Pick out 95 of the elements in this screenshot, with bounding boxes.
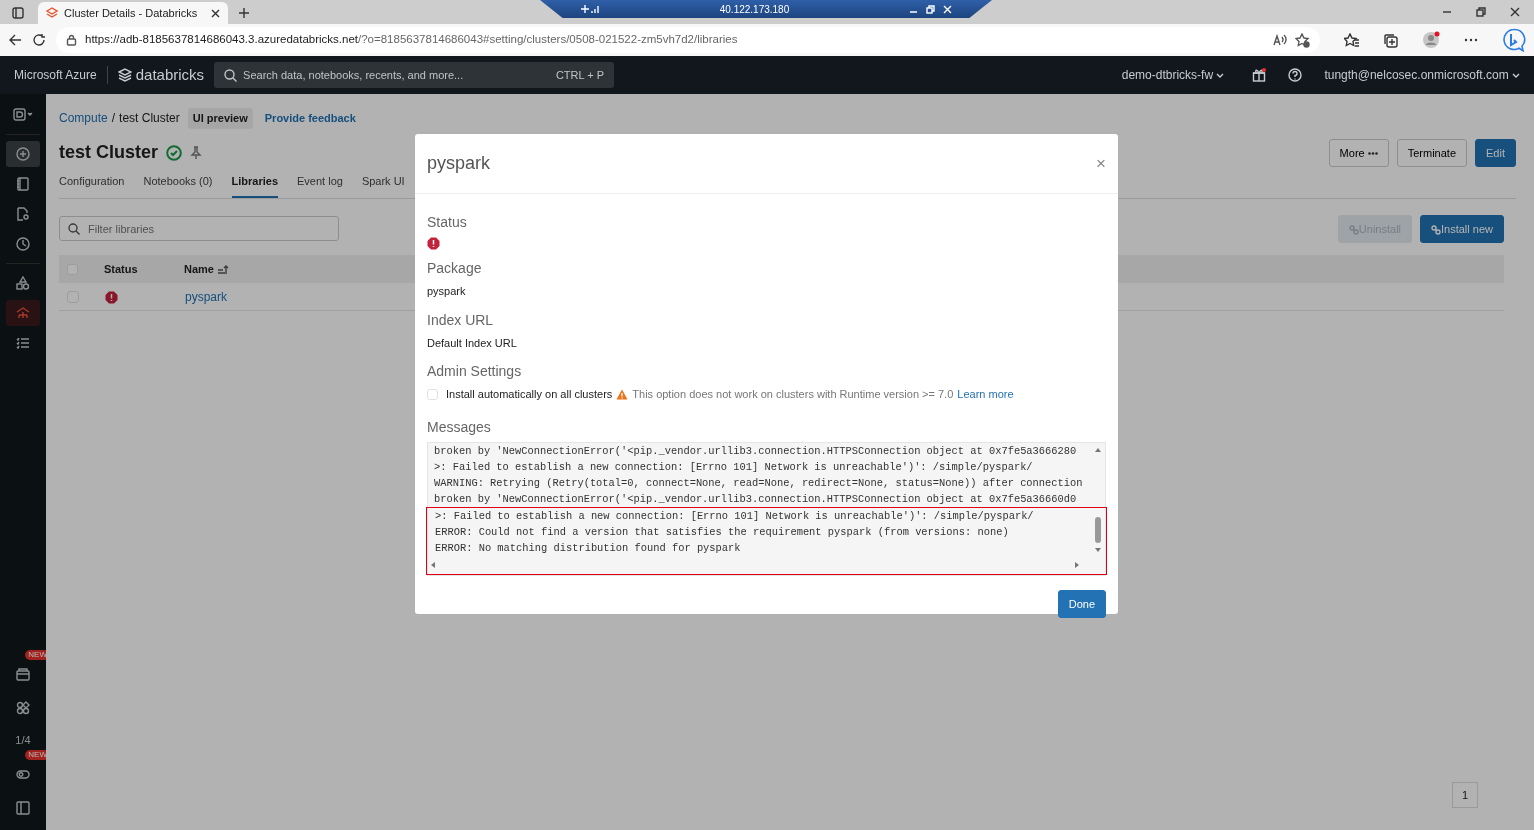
new-button[interactable] — [6, 141, 40, 167]
shortcut-hint: CTRL + P — [555, 67, 605, 83]
feedback-link[interactable]: Provide feedback — [264, 110, 356, 127]
filter-field[interactable]: Filter libraries — [59, 216, 339, 242]
search-icon — [224, 68, 238, 82]
breadcrumb-link[interactable]: Compute — [59, 109, 108, 128]
more-icon — [1367, 152, 1378, 156]
log-line: broken by 'NewConnectionError('<pip._vendor.urllib3.connection.HTTPSConnection object at 0x7fe5a3666280 — [433, 443, 1078, 459]
gift-icon[interactable] — [1252, 68, 1267, 82]
list-nav-icon — [16, 336, 30, 350]
help-icon[interactable] — [1288, 68, 1303, 82]
chevron-down-icon — [1512, 73, 1520, 79]
log-line: >: Failed to establish a new connection: [Errno 101] Network is unreachable')': /simple/pyspark/ — [433, 459, 1034, 475]
page-counter: 1/4 — [14, 732, 32, 748]
remote-address: 40.122.173.180 — [718, 2, 791, 17]
index-url: Default Index URL — [427, 335, 518, 351]
tab[interactable]: Notebooks (0) — [143, 173, 213, 198]
horizontal-scrollbar[interactable] — [429, 560, 1081, 571]
browser-tab[interactable]: Cluster Details - Databricks — [38, 2, 228, 24]
done-button[interactable]: Done — [1057, 589, 1106, 618]
tab[interactable]: Event log — [297, 173, 343, 198]
close-icon[interactable] — [1510, 7, 1520, 17]
layers-icon — [46, 7, 58, 19]
breadcrumb-separator: / — [111, 110, 116, 128]
column-header[interactable]: Name — [184, 260, 230, 278]
tab[interactable]: Libraries — [231, 173, 278, 198]
stack-icon — [117, 68, 132, 82]
workspace-menu[interactable]: demo-dtbricks-fw — [1121, 66, 1225, 84]
log-line: ERROR: No matching distribution found for pyspark — [434, 540, 742, 556]
page-button[interactable]: 1 — [1452, 782, 1478, 808]
section-heading: Admin Settings — [427, 362, 523, 381]
product-name: databricks — [135, 64, 205, 85]
action-button[interactable]: Terminate — [1396, 138, 1468, 167]
log-line: ERROR: Could not find a version that satisfies the requirement pyspark (from versions: none) — [434, 524, 1010, 540]
more-icon[interactable] — [1464, 38, 1478, 42]
back-icon[interactable] — [8, 33, 22, 47]
folder-nav-icon — [16, 207, 30, 221]
section-heading: Index URL — [427, 310, 495, 330]
read-aloud-icon[interactable] — [1273, 33, 1287, 47]
signal-icon — [590, 4, 600, 14]
library-link[interactable]: pyspark — [185, 287, 228, 306]
shapes-nav-icon — [16, 276, 30, 290]
chevron-down-icon — [1216, 73, 1225, 79]
restore-icon[interactable] — [926, 4, 935, 14]
breadcrumb-current: test Cluster — [119, 110, 180, 128]
lock-icon — [66, 34, 77, 46]
link-icon — [1348, 224, 1359, 235]
package-name: pyspark — [427, 284, 467, 299]
toggle-icon — [16, 767, 30, 781]
column-header: Status — [104, 261, 139, 277]
clock-nav-icon — [16, 237, 30, 251]
tab[interactable]: Configuration — [59, 173, 125, 198]
link-icon — [1431, 224, 1441, 235]
section-heading: Messages — [427, 417, 492, 437]
collections-icon[interactable] — [1383, 32, 1398, 48]
search-field[interactable]: Search data, notebooks, recents, and more... CTRL + P — [214, 62, 615, 88]
install-button[interactable]: Install new — [1420, 214, 1504, 243]
window-icon[interactable] — [12, 7, 24, 19]
warning-icon — [616, 388, 629, 400]
tab[interactable]: Spark UI — [361, 173, 405, 198]
new-tab-icon[interactable] — [238, 7, 250, 19]
favorites-icon[interactable] — [1344, 32, 1359, 48]
sort-icon — [217, 264, 230, 275]
install-all-checkbox[interactable] — [427, 388, 438, 400]
workspace-switcher-icon — [13, 108, 33, 122]
log-line: >: Failed to establish a new connection: [Errno 101] Network is unreachable')': /simple/pyspark/ — [434, 508, 1035, 524]
partner-connect-icon — [16, 701, 30, 715]
add-favorite-icon[interactable] — [1295, 32, 1310, 48]
panel-icon — [16, 801, 30, 815]
chat-bubble-icon[interactable] — [1502, 28, 1526, 52]
section-heading: Status — [427, 213, 468, 232]
action-button[interactable]: Edit — [1475, 138, 1516, 167]
warning-text: This option does not work on clusters with Runtime version >= 7.0 — [632, 387, 954, 402]
search-icon — [68, 223, 80, 236]
close-icon[interactable] — [211, 8, 220, 18]
restore-icon[interactable] — [1476, 7, 1486, 17]
dialog-title: pyspark — [427, 152, 492, 175]
tab-title: Cluster Details - Databricks — [64, 5, 199, 21]
learn-more-link[interactable]: Learn more — [957, 386, 1014, 403]
log-line: broken by 'NewConnectionError('<pip._vendor.urllib3.connection.HTTPSConnection object at 0x7fe5a36660d0 — [433, 491, 1078, 507]
brand-name: Microsoft Azure — [14, 67, 97, 84]
compute-nav-icon — [16, 306, 30, 320]
cluster-title: test Cluster — [59, 141, 159, 164]
notebook-nav-icon — [16, 177, 30, 191]
section-heading: Package — [427, 259, 483, 278]
preview-tag: UI preview — [187, 108, 253, 129]
action-button[interactable]: More — [1328, 138, 1389, 167]
checkbox-label: Install automatically on all clusters — [446, 387, 613, 402]
marketplace-icon — [16, 667, 30, 681]
refresh-icon[interactable] — [32, 33, 46, 47]
profile-icon[interactable] — [1422, 31, 1440, 49]
close-button[interactable]: × — [1096, 150, 1106, 177]
new-button-icon — [16, 147, 30, 161]
log-line: WARNING: Retrying (Retry(total=0, connect=None, read=None, redirect=None, status=None)) after connection — [433, 475, 1084, 491]
user-menu[interactable]: tungth@nelcosec.onmicrosoft.com — [1324, 66, 1520, 84]
